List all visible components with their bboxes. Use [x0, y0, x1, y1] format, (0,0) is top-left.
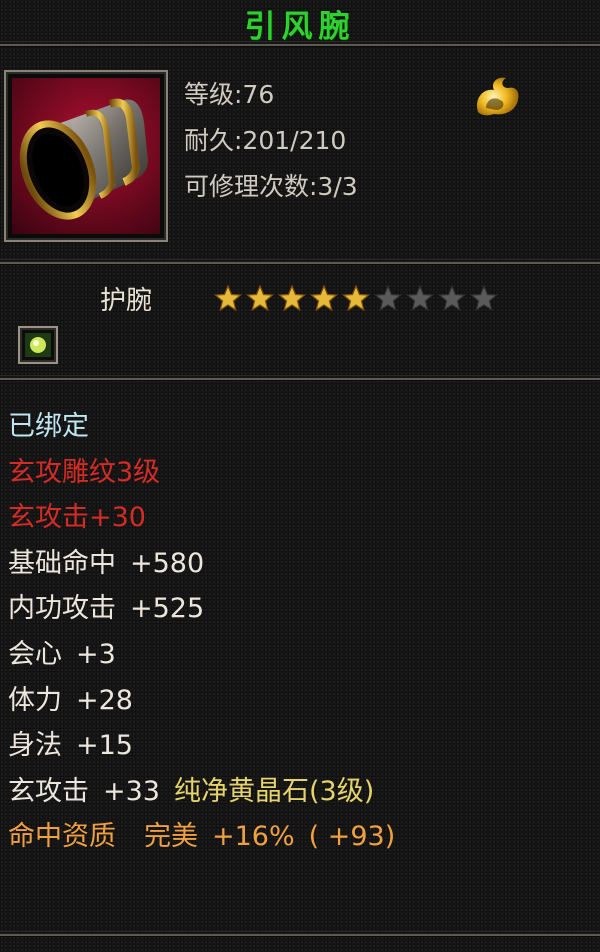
- divider: [0, 41, 600, 47]
- inner-attack-line: 内功攻击 +525: [8, 593, 205, 625]
- vitality-line: 体力 +28: [8, 684, 133, 716]
- gem-stat-line: 玄攻击 +33 纯净黄晶石(3级): [8, 775, 375, 807]
- star-icon: [469, 284, 499, 312]
- engrave-line: 玄攻雕纹3级: [8, 456, 161, 488]
- item-icon-frame[interactable]: [4, 70, 168, 242]
- level-label: 等级:76: [184, 80, 275, 109]
- star-icon: [341, 284, 371, 312]
- bound-status: 已绑定: [8, 411, 89, 442]
- item-name: 引风腕: [244, 9, 356, 45]
- title-bar: 引风腕: [0, 0, 600, 45]
- agility-line: 身法 +15: [8, 730, 133, 762]
- divider: [0, 375, 600, 381]
- star-icon: [245, 284, 275, 312]
- item-properties: 已绑定 玄攻雕纹3级 玄攻击+30 基础命中 +580 内功攻击 +525 会心 +3…: [8, 404, 395, 860]
- divider: [0, 931, 600, 937]
- bracer-item-icon: [12, 78, 160, 234]
- divider: [0, 259, 600, 265]
- flame-badge-icon: [472, 72, 522, 118]
- star-rating: [212, 283, 500, 313]
- star-icon: [213, 284, 243, 312]
- star-icon: [437, 284, 467, 312]
- gem-name: 纯净黄晶石(3级): [173, 775, 375, 807]
- base-hit-line: 基础命中 +580: [8, 547, 205, 579]
- durability-label: 耐久:201/210: [184, 126, 347, 155]
- xuan-attack-line: 玄攻击+30: [8, 502, 146, 534]
- item-type-label: 护腕: [100, 286, 153, 316]
- star-icon: [405, 284, 435, 312]
- repair-count-label: 可修理次数:3/3: [184, 172, 358, 201]
- item-tooltip: 引风腕 等级:76 耐久:201/210 可修理次数:3/3 护腕 已绑定 玄攻…: [0, 0, 600, 952]
- star-icon: [309, 284, 339, 312]
- star-icon: [373, 284, 403, 312]
- hit-quality-line: 命中资质 完美 +16%( +93): [8, 821, 396, 853]
- item-stats: 等级:76 耐久:201/210 可修理次数:3/3: [184, 78, 358, 216]
- crit-line: 会心 +3: [8, 638, 116, 670]
- gem-socket-icon[interactable]: [18, 326, 58, 364]
- star-icon: [277, 284, 307, 312]
